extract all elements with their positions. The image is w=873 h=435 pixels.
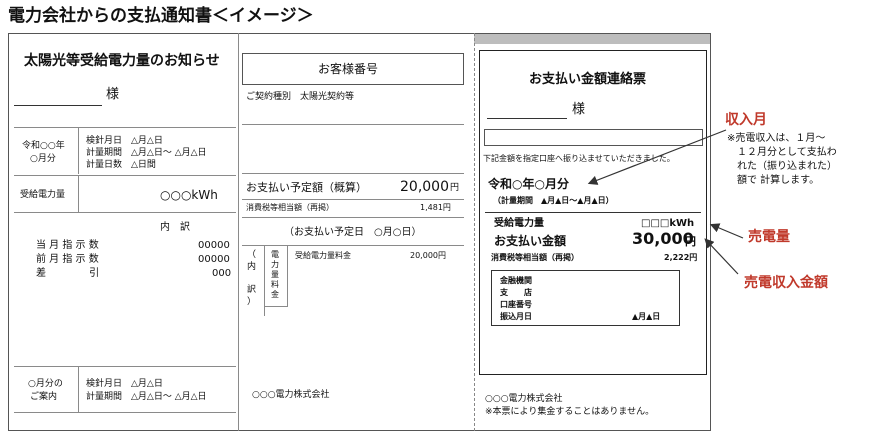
sold-income-arrow <box>704 238 739 275</box>
sold-income-label: 売電収入金額 <box>744 275 828 291</box>
annotation-arrows <box>587 129 744 275</box>
income-month-label: 収入月 <box>725 112 767 128</box>
sold-kwh-arrow <box>709 223 744 239</box>
income-note-line: れた（振り込まれた） <box>727 161 837 172</box>
sold-kwh-label: 売電量 <box>748 229 790 245</box>
income-note-line: 額で 計算します。 <box>727 175 820 186</box>
income-note-line: １２月分として支払わ <box>727 147 837 158</box>
income-note-line: ※売電収入は、１月～ <box>727 133 826 144</box>
income-month-arrow <box>587 129 727 185</box>
